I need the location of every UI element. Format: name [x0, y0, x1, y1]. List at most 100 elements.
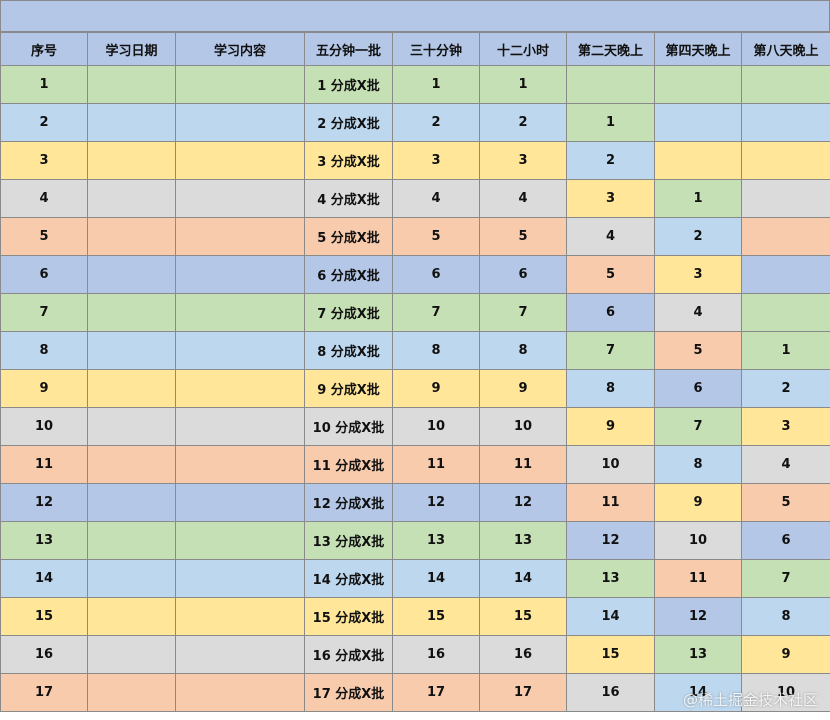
cell-study-date[interactable] — [87, 407, 176, 446]
cell-thirty-minutes[interactable]: 4 — [392, 179, 480, 218]
cell-day-two-evening[interactable]: 15 — [566, 635, 655, 674]
header-day-eight-evening[interactable]: 第八天晚上 — [741, 32, 830, 66]
cell-day-four-evening[interactable]: 3 — [654, 255, 742, 294]
cell-thirty-minutes[interactable]: 17 — [392, 673, 480, 712]
cell-day-four-evening[interactable]: 2 — [654, 217, 742, 256]
cell-study-content[interactable] — [175, 369, 305, 408]
cell-day-eight-evening[interactable]: 4 — [741, 445, 830, 484]
cell-day-eight-evening[interactable] — [741, 103, 830, 142]
cell-index[interactable]: 7 — [0, 293, 88, 332]
cell-index[interactable]: 13 — [0, 521, 88, 560]
cell-study-content[interactable] — [175, 483, 305, 522]
cell-twelve-hours[interactable]: 11 — [479, 445, 567, 484]
cell-index[interactable]: 6 — [0, 255, 88, 294]
cell-index[interactable]: 14 — [0, 559, 88, 598]
cell-five-minutes[interactable]: 7 分成X批 — [304, 293, 393, 332]
cell-five-minutes[interactable]: 9 分成X批 — [304, 369, 393, 408]
cell-thirty-minutes[interactable]: 11 — [392, 445, 480, 484]
header-thirty-minutes[interactable]: 三十分钟 — [392, 32, 480, 66]
cell-index[interactable]: 1 — [0, 65, 88, 104]
cell-study-date[interactable] — [87, 559, 176, 598]
cell-twelve-hours[interactable]: 14 — [479, 559, 567, 598]
cell-day-two-evening[interactable]: 5 — [566, 255, 655, 294]
cell-index[interactable]: 5 — [0, 217, 88, 256]
cell-day-eight-evening[interactable]: 1 — [741, 331, 830, 370]
cell-day-two-evening[interactable]: 1 — [566, 103, 655, 142]
cell-thirty-minutes[interactable]: 3 — [392, 141, 480, 180]
cell-twelve-hours[interactable]: 4 — [479, 179, 567, 218]
cell-five-minutes[interactable]: 1 分成X批 — [304, 65, 393, 104]
cell-twelve-hours[interactable]: 9 — [479, 369, 567, 408]
cell-day-four-evening[interactable]: 8 — [654, 445, 742, 484]
cell-day-four-evening[interactable]: 7 — [654, 407, 742, 446]
header-twelve-hours[interactable]: 十二小时 — [479, 32, 567, 66]
cell-study-content[interactable] — [175, 331, 305, 370]
cell-index[interactable]: 8 — [0, 331, 88, 370]
cell-study-content[interactable] — [175, 141, 305, 180]
cell-twelve-hours[interactable]: 13 — [479, 521, 567, 560]
cell-five-minutes[interactable]: 10 分成X批 — [304, 407, 393, 446]
cell-study-content[interactable] — [175, 521, 305, 560]
cell-twelve-hours[interactable]: 2 — [479, 103, 567, 142]
cell-study-content[interactable] — [175, 217, 305, 256]
cell-day-two-evening[interactable]: 16 — [566, 673, 655, 712]
cell-study-content[interactable] — [175, 445, 305, 484]
cell-day-eight-evening[interactable]: 9 — [741, 635, 830, 674]
cell-index[interactable]: 3 — [0, 141, 88, 180]
header-day-two-evening[interactable]: 第二天晚上 — [566, 32, 655, 66]
cell-day-two-evening[interactable]: 7 — [566, 331, 655, 370]
cell-index[interactable]: 15 — [0, 597, 88, 636]
cell-study-date[interactable] — [87, 179, 176, 218]
cell-study-date[interactable] — [87, 65, 176, 104]
cell-thirty-minutes[interactable]: 14 — [392, 559, 480, 598]
cell-study-date[interactable] — [87, 635, 176, 674]
cell-twelve-hours[interactable]: 16 — [479, 635, 567, 674]
cell-thirty-minutes[interactable]: 9 — [392, 369, 480, 408]
cell-twelve-hours[interactable]: 17 — [479, 673, 567, 712]
cell-twelve-hours[interactable]: 7 — [479, 293, 567, 332]
cell-thirty-minutes[interactable]: 12 — [392, 483, 480, 522]
cell-study-date[interactable] — [87, 521, 176, 560]
cell-study-date[interactable] — [87, 141, 176, 180]
cell-study-content[interactable] — [175, 255, 305, 294]
cell-index[interactable]: 9 — [0, 369, 88, 408]
cell-thirty-minutes[interactable]: 16 — [392, 635, 480, 674]
cell-day-eight-evening[interactable] — [741, 217, 830, 256]
cell-day-two-evening[interactable]: 9 — [566, 407, 655, 446]
cell-study-date[interactable] — [87, 103, 176, 142]
cell-five-minutes[interactable]: 8 分成X批 — [304, 331, 393, 370]
cell-index[interactable]: 2 — [0, 103, 88, 142]
cell-day-two-evening[interactable]: 10 — [566, 445, 655, 484]
header-study-content[interactable]: 学习内容 — [175, 32, 305, 66]
cell-study-content[interactable] — [175, 597, 305, 636]
cell-day-four-evening[interactable] — [654, 141, 742, 180]
cell-five-minutes[interactable]: 11 分成X批 — [304, 445, 393, 484]
cell-five-minutes[interactable]: 3 分成X批 — [304, 141, 393, 180]
header-day-four-evening[interactable]: 第四天晚上 — [654, 32, 742, 66]
cell-day-four-evening[interactable]: 13 — [654, 635, 742, 674]
cell-day-four-evening[interactable] — [654, 103, 742, 142]
cell-five-minutes[interactable]: 14 分成X批 — [304, 559, 393, 598]
cell-five-minutes[interactable]: 2 分成X批 — [304, 103, 393, 142]
cell-day-two-evening[interactable]: 12 — [566, 521, 655, 560]
cell-day-four-evening[interactable]: 4 — [654, 293, 742, 332]
cell-day-eight-evening[interactable]: 8 — [741, 597, 830, 636]
cell-day-four-evening[interactable]: 11 — [654, 559, 742, 598]
cell-thirty-minutes[interactable]: 15 — [392, 597, 480, 636]
header-index[interactable]: 序号 — [0, 32, 88, 66]
cell-study-content[interactable] — [175, 65, 305, 104]
cell-study-content[interactable] — [175, 635, 305, 674]
cell-day-two-evening[interactable]: 4 — [566, 217, 655, 256]
cell-day-four-evening[interactable]: 12 — [654, 597, 742, 636]
cell-index[interactable]: 12 — [0, 483, 88, 522]
cell-twelve-hours[interactable]: 15 — [479, 597, 567, 636]
cell-day-two-evening[interactable] — [566, 65, 655, 104]
cell-study-date[interactable] — [87, 217, 176, 256]
cell-day-two-evening[interactable]: 2 — [566, 141, 655, 180]
cell-day-eight-evening[interactable]: 3 — [741, 407, 830, 446]
cell-day-two-evening[interactable]: 13 — [566, 559, 655, 598]
cell-study-content[interactable] — [175, 559, 305, 598]
cell-index[interactable]: 4 — [0, 179, 88, 218]
cell-twelve-hours[interactable]: 10 — [479, 407, 567, 446]
cell-day-two-evening[interactable]: 6 — [566, 293, 655, 332]
